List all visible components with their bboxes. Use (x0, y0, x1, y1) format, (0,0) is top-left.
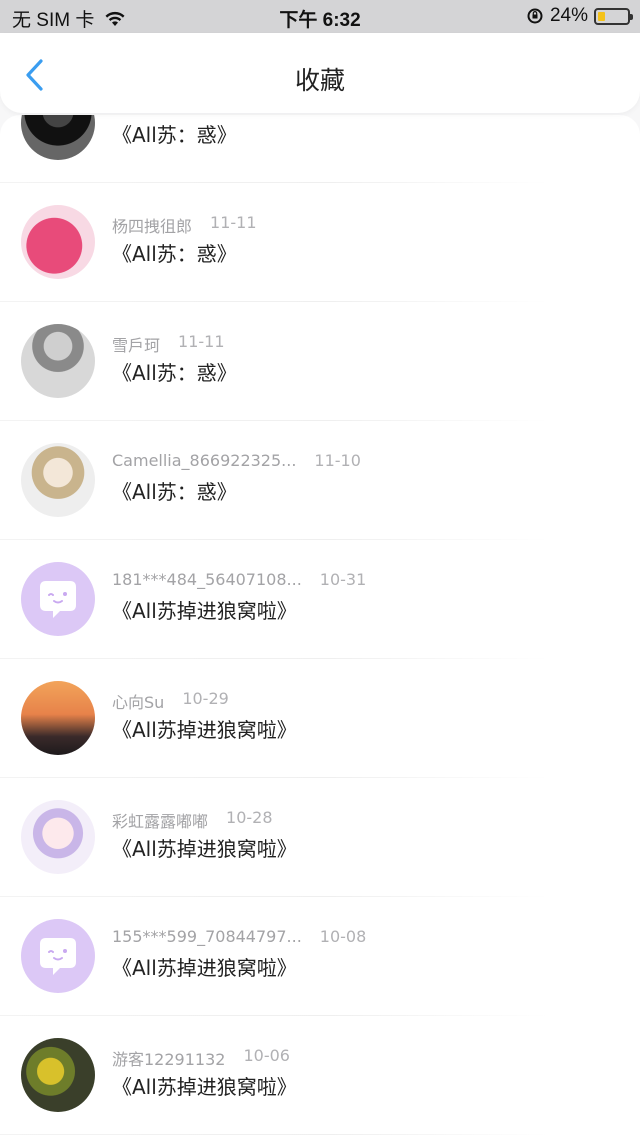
author-name: 雪戶珂 (112, 336, 161, 355)
list-item[interactable]: 雪戶珂 11-11 《All苏：惑》 (0, 302, 640, 421)
post-date: 10-08 (319, 927, 367, 946)
post-date: 10-28 (226, 808, 273, 827)
list-item[interactable]: 彩虹露露嘟嘟 10-28 《All苏掉进狼窝啦》 (0, 778, 640, 897)
author-name: 155***599_70844797... (112, 927, 302, 946)
status-bar: 无 SIM 卡 下午 6:32 24% (0, 0, 640, 33)
battery-icon (594, 7, 633, 25)
item-title: 《All苏掉进狼窝啦》 (112, 837, 297, 861)
post-date: 10-29 (182, 689, 229, 708)
avatar (21, 443, 95, 517)
rotation-lock-icon (527, 8, 543, 24)
author-name: 杨四拽徂郎 (112, 217, 193, 236)
list-item[interactable]: 155***599_70844797... 10-08 《All苏掉进狼窝啦》 (0, 897, 640, 1016)
nav-bar: 收藏 (0, 33, 640, 113)
list-item[interactable]: Camellia_866922325... 11-10 《All苏：惑》 (0, 421, 640, 540)
item-title: 《All苏掉进狼窝啦》 (112, 718, 297, 742)
post-date: 10-31 (319, 570, 367, 589)
list-item[interactable]: 181***484_56407108... 10-31 《All苏掉进狼窝啦》 (0, 540, 640, 659)
author-name: 彩虹露露嘟嘟 (112, 812, 209, 831)
list-item[interactable]: 心向Su 10-29 《All苏掉进狼窝啦》 (0, 659, 640, 778)
avatar (21, 800, 95, 874)
item-title: 《All苏：惑》 (112, 242, 237, 266)
avatar (21, 115, 95, 160)
author-name: Camellia_866922325... (112, 451, 297, 470)
divider (0, 1134, 550, 1135)
default-avatar-chat-icon (21, 919, 95, 993)
author-name: 心向Su (112, 693, 165, 712)
default-avatar-chat-icon (21, 562, 95, 636)
post-date: 11-11 (210, 213, 257, 232)
item-title: 《All苏掉进狼窝啦》 (112, 599, 297, 623)
post-date: 10-06 (243, 1046, 290, 1065)
item-title: 《All苏：惑》 (112, 361, 237, 385)
favorites-screen: 无 SIM 卡 下午 6:32 24% 收藏 《All苏：惑》 杨四拽徂郎 11… (0, 0, 640, 1138)
avatar (21, 1038, 95, 1112)
avatar (21, 324, 95, 398)
item-title: 《All苏：惑》 (112, 480, 237, 504)
item-title: 《All苏掉进狼窝啦》 (112, 956, 297, 980)
author-name: 181***484_56407108... (112, 570, 302, 589)
post-date: 11-10 (314, 451, 361, 470)
avatar (21, 205, 95, 279)
author-name: 游客12291132 (112, 1050, 226, 1069)
list-item[interactable]: 《All苏：惑》 (0, 115, 640, 183)
avatar (21, 681, 95, 755)
post-date: 11-11 (178, 332, 225, 351)
list-item[interactable]: 游客12291132 10-06 《All苏掉进狼窝啦》 (0, 1016, 640, 1135)
list-item[interactable]: 杨四拽徂郎 11-11 《All苏：惑》 (0, 183, 640, 302)
battery-percent: 24% (549, 5, 588, 26)
page-title: 收藏 (294, 66, 345, 95)
item-title: 《All苏掉进狼窝啦》 (112, 1075, 297, 1099)
favorites-list: 《All苏：惑》 杨四拽徂郎 11-11 《All苏：惑》 雪戶珂 11-11 … (0, 115, 640, 1138)
item-title: 《All苏：惑》 (112, 123, 237, 147)
